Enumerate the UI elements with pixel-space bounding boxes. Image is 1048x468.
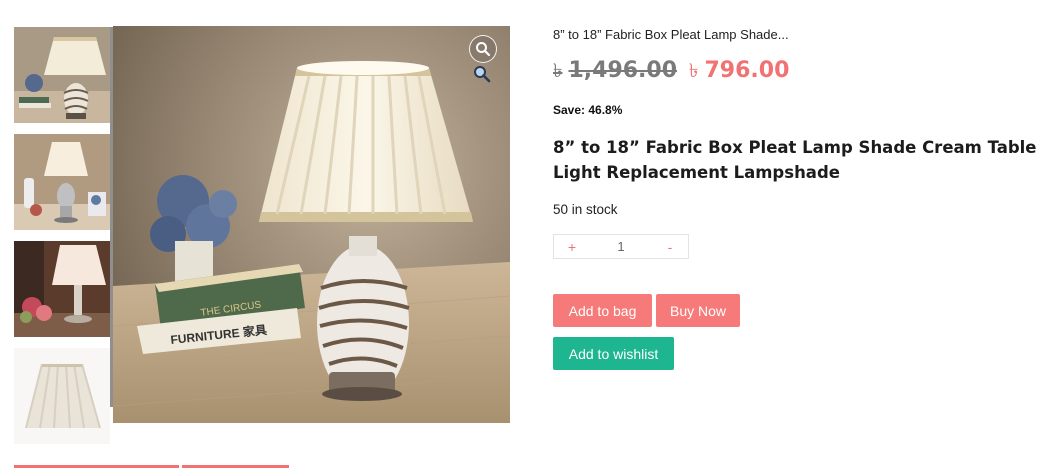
thumbnail-4[interactable] [14,348,110,444]
price-row: ৳ 1,496.00 ৳ 796.00 [553,57,789,89]
currency-symbol: ৳ [689,60,699,82]
quantity-increase-button[interactable]: + [554,239,590,255]
lamp-thumbnail-image [14,241,110,337]
buy-now-button[interactable]: Buy Now [656,294,740,327]
thumbnail-list [14,27,110,455]
thumbnail-2[interactable] [14,134,110,230]
add-to-bag-button[interactable]: Add to bag [553,294,652,327]
lamp-thumbnail-image [14,348,110,444]
product-title: 8” to 18” Fabric Box Pleat Lamp Shade Cr… [553,138,1037,182]
currency-symbol: ৳ [553,60,563,82]
new-price-value: 796.00 [704,58,790,83]
search-icon [476,42,491,57]
old-price: ৳ 1,496.00 [553,57,677,89]
discount-save-text: Save: 46.8% [553,103,623,117]
lamp-main-image: THE CIRCUS FURNITURE 家具 [113,26,510,423]
lamp-thumbnail-image [14,134,110,230]
magnifier-button[interactable] [473,65,491,83]
main-product-image[interactable]: THE CIRCUS FURNITURE 家具 [113,26,510,423]
magnifier-icon [474,66,491,83]
zoom-button[interactable] [469,35,497,63]
quantity-stepper: + 1 - [553,234,689,259]
thumbnail-1[interactable] [14,27,110,123]
quantity-decrease-button[interactable]: - [652,239,688,255]
old-price-value: 1,496.00 [568,58,678,83]
product-breadcrumb-title: 8” to 18” Fabric Box Pleat Lamp Shade... [553,27,789,42]
add-to-wishlist-button[interactable]: Add to wishlist [553,337,674,370]
thumbnail-3[interactable] [14,241,110,337]
new-price: ৳ 796.00 [689,57,789,89]
lamp-thumbnail-image [14,27,110,123]
stock-status: 50 in stock [553,202,618,217]
quantity-value[interactable]: 1 [590,239,652,254]
